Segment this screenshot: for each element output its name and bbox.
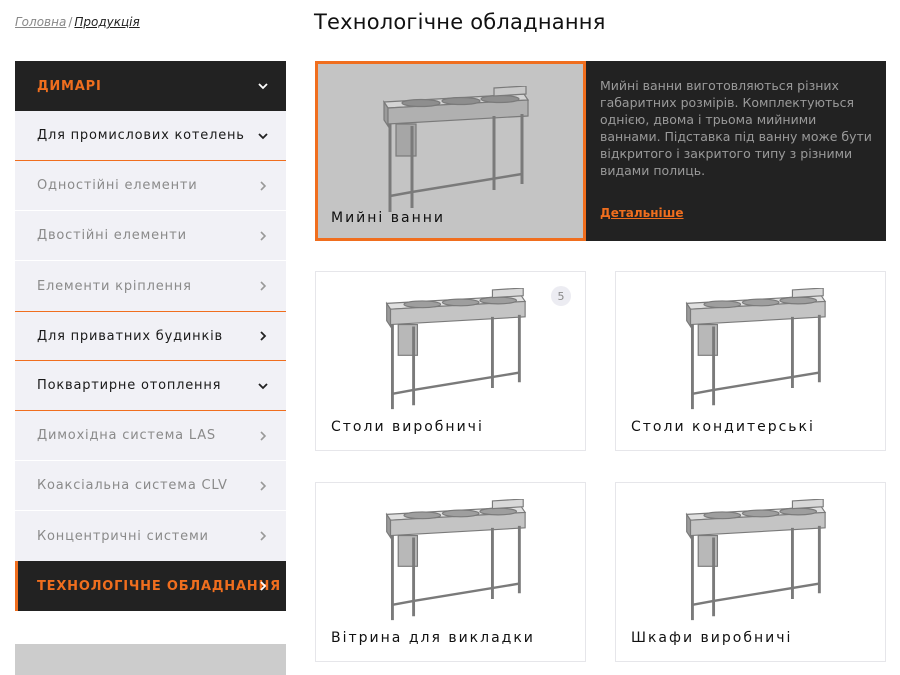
chevron-down-icon (256, 379, 270, 393)
sidebar-item-label: Двостійні елементи (37, 228, 187, 243)
breadcrumb-home-link[interactable]: Головна (15, 15, 66, 29)
details-link[interactable]: Детальніше (600, 206, 684, 220)
chevron-right-icon (256, 579, 270, 593)
product-card[interactable]: Шкафи виробничі (615, 482, 886, 662)
sidebar-item-label: Димохідна система LAS (37, 428, 216, 443)
sink-image (385, 288, 527, 410)
breadcrumb-current-link[interactable]: Продукція (74, 15, 139, 29)
product-card-name: Шкафи виробничі (631, 630, 793, 646)
chevron-down-icon (256, 79, 270, 93)
sink-image (685, 499, 827, 621)
product-card[interactable]: Столи кондитерські (615, 271, 886, 451)
sidebar-item-label: ДИМАРІ (37, 78, 102, 94)
product-card-name: Столи виробничі (331, 419, 484, 435)
featured-product-name: Мийні ванни (331, 210, 446, 226)
sidebar-item-las-system[interactable]: Димохідна система LAS (15, 411, 286, 461)
chevron-down-icon (256, 129, 270, 143)
sidebar-item-concentric-systems[interactable]: Концентричні системи (15, 511, 286, 561)
sidebar-item-apartment-heating[interactable]: Поквартирне отоплення (15, 361, 286, 411)
count-badge: 5 (551, 286, 571, 306)
sidebar-menu: ДИМАРІ Для промислових котелень Одностій… (15, 61, 286, 611)
sidebar-item-private-houses[interactable]: Для приватних будинків (15, 311, 286, 361)
chevron-right-icon (256, 529, 270, 543)
chevron-right-icon (256, 179, 270, 193)
product-card-name: Вітрина для викладки (331, 630, 535, 646)
sidebar-item-label: Для приватних будинків (37, 328, 223, 344)
sidebar-item-chimneys[interactable]: ДИМАРІ (15, 61, 286, 111)
sidebar-item-label: Концентричні системи (37, 528, 209, 544)
featured-product-tile[interactable]: Мийні ванни (315, 61, 586, 241)
chevron-right-icon (256, 479, 270, 493)
sidebar-item-industrial-boilers[interactable]: Для промислових котелень (15, 111, 286, 161)
sidebar-item-label: Для промислових котелень (37, 128, 245, 143)
breadcrumb-separator: / (68, 15, 73, 29)
page-title: Технологічне обладнання (314, 10, 606, 34)
sidebar-item-label: Одностійні елементи (37, 178, 198, 193)
sidebar-item-fasteners[interactable]: Елементи кріплення (15, 261, 286, 311)
sink-image (385, 499, 527, 621)
featured-product-description: Мийні ванни виготовляються різних габари… (600, 78, 872, 178)
product-card[interactable]: 5 Столи виробничі (315, 271, 586, 451)
sidebar-item-clv-system[interactable]: Коаксіальна система CLV (15, 461, 286, 511)
chevron-right-icon (256, 229, 270, 243)
sidebar-item-label: Поквартирне отоплення (37, 378, 222, 393)
product-card[interactable]: Вітрина для викладки (315, 482, 586, 662)
chevron-right-icon (256, 329, 270, 343)
sidebar-gray-block (15, 644, 286, 675)
sidebar-item-tech-equipment[interactable]: ТЕХНОЛОГІЧНЕ ОБЛАДНАННЯ (15, 561, 286, 611)
featured-product: Мийні ванни Мийні ванни виготовляються р… (315, 61, 886, 241)
sidebar-item-label: ТЕХНОЛОГІЧНЕ ОБЛАДНАННЯ (37, 578, 281, 594)
sink-image (685, 288, 827, 410)
sidebar-item-label: Елементи кріплення (37, 278, 192, 294)
sidebar-item-label: Коаксіальна система CLV (37, 478, 228, 493)
sink-image (382, 86, 530, 212)
product-card-name: Столи кондитерські (631, 419, 815, 435)
sidebar-item-single-wall[interactable]: Одностійні елементи (15, 161, 286, 211)
sidebar-item-double-wall[interactable]: Двостійні елементи (15, 211, 286, 261)
breadcrumb: Головна / Продукція (15, 15, 140, 29)
chevron-right-icon (256, 279, 270, 293)
chevron-right-icon (256, 429, 270, 443)
